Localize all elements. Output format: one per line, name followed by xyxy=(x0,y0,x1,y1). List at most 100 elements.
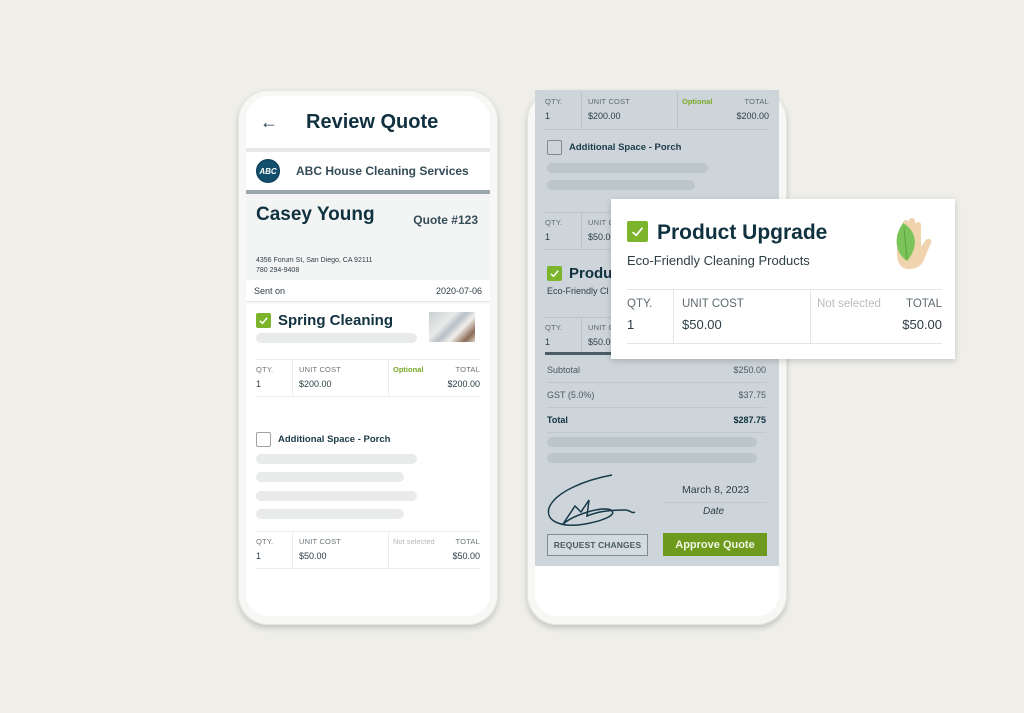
item-header: Spring Cleaning xyxy=(256,312,393,329)
item-pricing-table: QTY. 1 UNIT COST $50.00 Not selected TOT… xyxy=(256,531,480,569)
quote-number: Quote #123 xyxy=(413,213,478,227)
item-title: Additional Space - Porch xyxy=(278,434,391,445)
check-icon xyxy=(550,270,559,278)
qty-cell: QTY. 1 xyxy=(256,360,292,396)
sent-on-row: Sent on 2020-07-06 xyxy=(246,280,490,302)
unit-cost-label: UNIT COST xyxy=(299,537,342,546)
qty-label: QTY. xyxy=(545,218,563,227)
card-title: Product Upgrade xyxy=(657,221,828,244)
unit-cost-label: UNIT COST xyxy=(682,298,744,310)
checkbox-checked[interactable] xyxy=(256,313,271,328)
total-label: TOTAL xyxy=(455,537,480,546)
item-pricing-table: QTY. 1 UNIT COST $200.00 Optional TOTAL … xyxy=(256,359,480,397)
qty-cell: QTY. 1 xyxy=(256,532,292,568)
description-placeholder xyxy=(256,509,404,519)
unit-cost-value: $50.00 xyxy=(682,317,722,332)
description-placeholder xyxy=(547,163,708,173)
sent-on-date: 2020-07-06 xyxy=(435,285,482,296)
tax-value: $37.75 xyxy=(738,390,766,400)
unit-cost-cell: UNIT COST $50.00 xyxy=(673,290,810,343)
subtotal-value: $250.00 xyxy=(733,365,766,375)
qty-value: 1 xyxy=(545,232,551,242)
qty-label: QTY. xyxy=(256,365,274,374)
client-contact: 4356 Forum St, San Diego, CA 92111 780 2… xyxy=(256,256,372,276)
item-pricing-table: QTY. 1 UNIT COST $200.00 Optional TOTAL … xyxy=(545,92,769,130)
phone-review-quote: ← Review Quote ABC ABC House Cleaning Se… xyxy=(238,90,498,625)
check-icon xyxy=(631,227,644,237)
card-subtitle: Eco-Friendly Cleaning Products xyxy=(627,253,810,268)
total-cell: Optional TOTAL $200.00 xyxy=(388,360,480,396)
request-changes-button[interactable]: REQUEST CHANGES xyxy=(547,534,648,556)
qty-cell: QTY. 1 xyxy=(545,318,581,352)
signature-date: March 8, 2023 xyxy=(682,484,750,496)
qty-label: QTY. xyxy=(545,97,563,106)
client-info: Casey Young Quote #123 4356 Forum St, Sa… xyxy=(246,194,490,280)
total-cell: Not selected TOTAL $50.00 xyxy=(388,532,480,568)
qty-label: QTY. xyxy=(627,298,653,310)
leaf-in-hand-icon xyxy=(896,218,932,269)
unit-cost-label: UNIT COST xyxy=(299,365,342,374)
total-label: TOTAL xyxy=(744,97,769,106)
unit-cost-value: $200.00 xyxy=(299,379,332,389)
description-placeholder xyxy=(256,333,417,343)
arrow-left-icon[interactable]: ← xyxy=(260,112,290,133)
unit-cost-label: UNIT COST xyxy=(588,97,631,106)
tax-label: GST (5.0%) xyxy=(547,390,595,400)
tax-row: GST (5.0%) $37.75 xyxy=(547,383,766,408)
approve-quote-button[interactable]: Approve Quote xyxy=(663,533,767,556)
totals-summary: Subtotal $250.00 GST (5.0%) $37.75 Total… xyxy=(547,358,766,433)
qty-label: QTY. xyxy=(545,323,563,332)
company-logo: ABC xyxy=(256,159,280,183)
page-title: Review Quote xyxy=(306,110,439,133)
qty-label: QTY. xyxy=(256,537,274,546)
total-value: $200.00 xyxy=(736,111,769,121)
line-item-porch: Additional Space - Porch QTY. 1 UNIT COS… xyxy=(246,430,490,590)
description-placeholder xyxy=(256,472,404,482)
qty-value: 1 xyxy=(256,379,262,389)
optional-badge: Optional xyxy=(393,365,424,374)
item-subtitle: Eco-Friendly Cl xyxy=(547,286,609,296)
total-cell: Optional TOTAL $200.00 xyxy=(677,92,769,129)
terms-placeholder xyxy=(547,437,757,447)
company-name: ABC House Cleaning Services xyxy=(296,164,469,178)
qty-value: 1 xyxy=(256,551,262,561)
qty-cell: QTY. 1 xyxy=(627,290,673,343)
qty-value: 1 xyxy=(545,111,551,121)
item-header: Additional Space - Porch xyxy=(256,432,390,447)
check-icon xyxy=(259,317,268,325)
qty-value: 1 xyxy=(545,337,551,347)
product-upgrade-card: Product Upgrade Eco-Friendly Cleaning Pr… xyxy=(611,199,955,359)
unit-cost-cell: UNIT COST $200.00 xyxy=(292,360,388,396)
description-placeholder xyxy=(256,454,417,464)
unit-cost-value: $200.00 xyxy=(588,111,621,121)
total-label: TOTAL xyxy=(455,365,480,374)
unit-cost-value: $50.00 xyxy=(299,551,327,561)
room-photo xyxy=(429,312,475,342)
card-pricing-table: QTY. 1 UNIT COST $50.00 Not selected TOT… xyxy=(627,289,942,344)
terms-placeholder xyxy=(547,453,757,463)
checkbox-checked[interactable] xyxy=(627,221,648,242)
line-item-spring-cleaning: Spring Cleaning QTY. 1 UNIT COST $200.00… xyxy=(246,302,490,430)
total-value: $287.75 xyxy=(733,415,766,425)
not-selected-badge: Not selected xyxy=(817,298,881,310)
checkbox-unchecked[interactable] xyxy=(256,432,271,447)
app-header: ← Review Quote xyxy=(246,96,490,152)
unit-cost-cell: UNIT COST $50.00 xyxy=(292,532,388,568)
client-address: 4356 Forum St, San Diego, CA 92111 xyxy=(256,257,373,264)
qty-cell: QTY. 1 xyxy=(545,92,581,129)
description-placeholder xyxy=(256,491,417,501)
qty-value: 1 xyxy=(627,317,635,332)
not-selected-badge: Not selected xyxy=(393,537,435,546)
unit-cost-cell: UNIT COST $200.00 xyxy=(581,92,677,129)
item-title: Produ xyxy=(569,265,613,282)
signature-icon xyxy=(547,474,636,526)
date-label: Date xyxy=(703,506,725,517)
checkbox-unchecked[interactable] xyxy=(547,140,562,155)
total-row: Total $287.75 xyxy=(547,408,766,433)
checkbox-checked[interactable] xyxy=(547,266,562,281)
total-label: Total xyxy=(547,415,568,425)
description-placeholder xyxy=(547,180,695,190)
company-bar: ABC ABC House Cleaning Services xyxy=(246,152,490,194)
item-header-upgrade: Produ xyxy=(547,265,612,282)
total-value: $50.00 xyxy=(902,317,942,332)
